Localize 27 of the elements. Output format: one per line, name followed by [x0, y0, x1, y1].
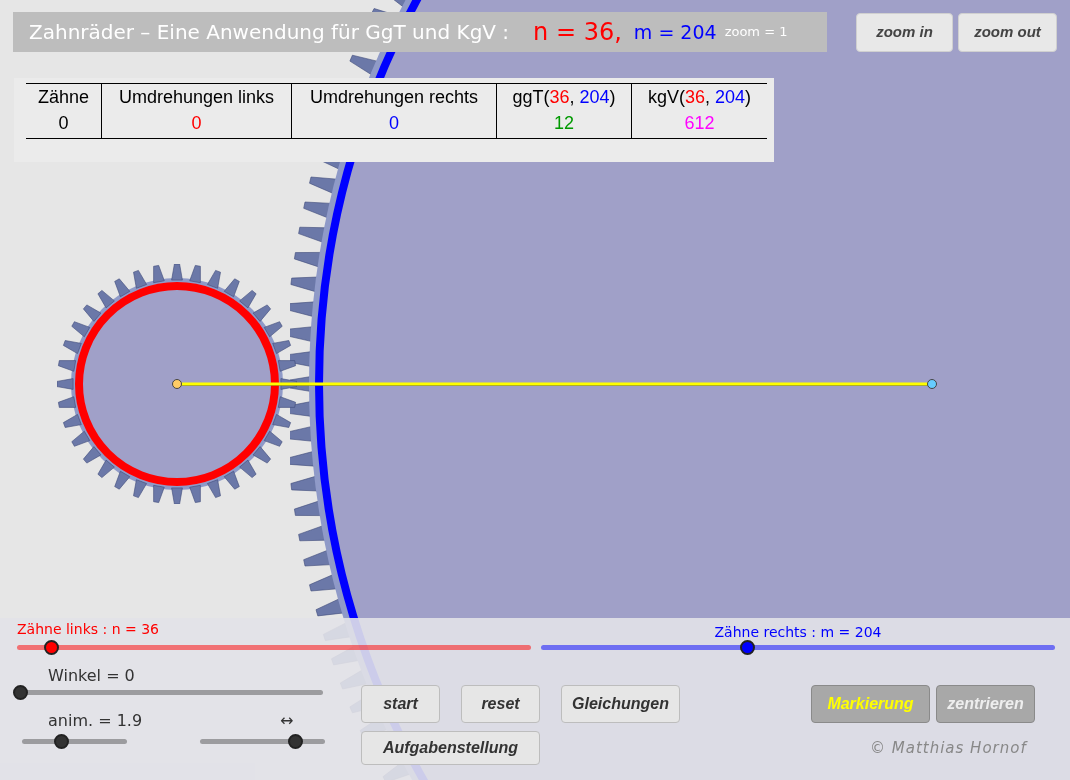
slider-label: Winkel = 0 — [48, 665, 135, 687]
zoom-in-button[interactable]: zoom in — [856, 13, 953, 52]
column-header: kgV(36, 204) — [631, 84, 767, 111]
copyright-text: © Matthias Hornof — [870, 738, 1027, 759]
slider-label: Zähne links : n = 36 — [17, 620, 159, 639]
action-button[interactable]: Aufgabenstellung — [361, 731, 540, 765]
column-header: Zähne — [36, 86, 90, 109]
column-header: ggT(36, 204) — [496, 84, 631, 111]
slider-label: anim. = 1.9 — [48, 710, 143, 732]
table-cell: 12 — [496, 111, 631, 138]
zoom-out-button[interactable]: zoom out — [958, 13, 1057, 52]
slider-label: ↔ — [280, 710, 294, 732]
table-cell: 612 — [631, 111, 767, 138]
zoom-value: zoom = 1 — [724, 23, 788, 42]
column-header: Umdrehungen links — [101, 84, 291, 111]
slider[interactable] — [12, 685, 323, 700]
slider-label: Zähne rechts : m = 204 — [714, 623, 882, 642]
app-title: Zahnräder – Eine Anwendung für GgT und KgV : — [29, 19, 510, 46]
n-value: n = 36, — [533, 17, 622, 48]
action-button[interactable]: start — [361, 685, 440, 723]
action-button[interactable]: Gleichungen — [561, 685, 680, 723]
action-button[interactable]: reset — [461, 685, 540, 723]
table-cell: 0 — [291, 111, 496, 138]
table-cell-text: 0 — [57, 112, 70, 135]
m-value: m = 204 — [633, 19, 717, 45]
column-header: Umdrehungen rechts — [291, 84, 496, 111]
table-cell: 0 — [101, 111, 291, 138]
